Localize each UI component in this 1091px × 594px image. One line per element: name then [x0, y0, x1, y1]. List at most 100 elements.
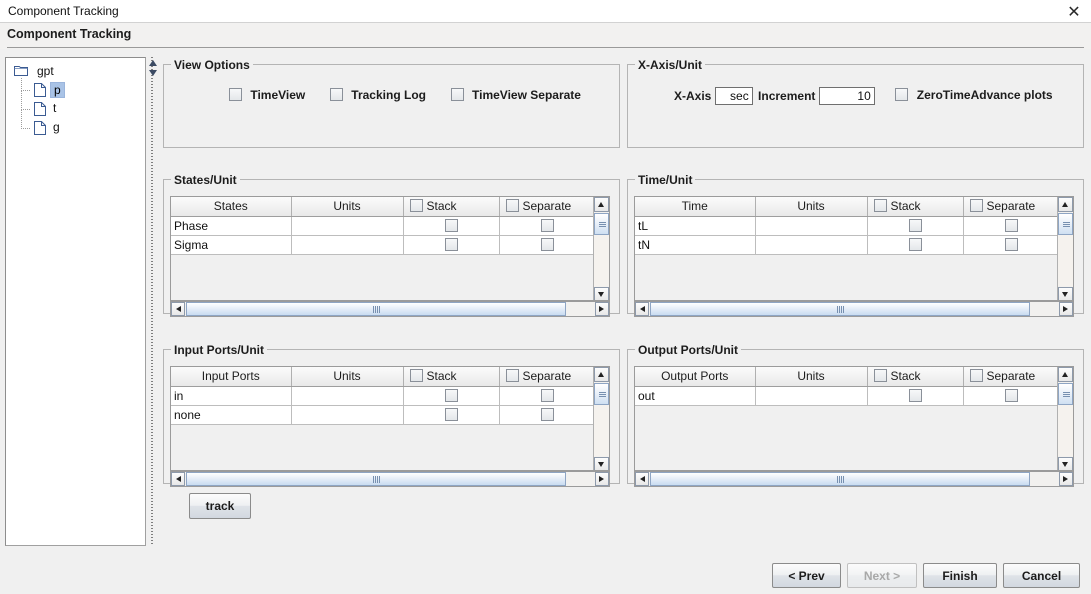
input-ports-vertical-scrollbar[interactable]	[593, 367, 609, 471]
table-row[interactable]: none	[171, 405, 595, 424]
states-hscroll-thumb[interactable]	[186, 302, 566, 316]
input-ports-row-0-units[interactable]	[291, 386, 403, 405]
time-row-1-name[interactable]: tN	[635, 235, 755, 254]
checkbox-timeview-box[interactable]	[229, 88, 242, 101]
time-row-1-units[interactable]	[755, 235, 867, 254]
time-col-time[interactable]: Time	[635, 197, 755, 216]
table-row[interactable]: Sigma	[171, 235, 595, 254]
divider-collapse-right-icon[interactable]	[149, 70, 157, 76]
split-pane-divider[interactable]	[148, 57, 157, 546]
input-ports-row-1-stack-cell[interactable]	[403, 405, 499, 424]
input-ports-col-separate-checkbox[interactable]	[506, 369, 519, 382]
states-row-1-separate-checkbox[interactable]	[541, 238, 554, 251]
time-col-separate-checkbox[interactable]	[970, 199, 983, 212]
time-vscroll-track[interactable]	[1058, 235, 1073, 286]
states-vscroll-track[interactable]	[594, 235, 609, 286]
time-horizontal-scrollbar[interactable]	[634, 301, 1074, 317]
input-ports-vscroll-track[interactable]	[594, 405, 609, 456]
checkbox-timeview[interactable]: TimeView	[229, 88, 305, 102]
time-row-0-separate-cell[interactable]	[963, 216, 1059, 235]
states-col-separate-checkbox[interactable]	[506, 199, 519, 212]
time-col-stack-checkbox[interactable]	[874, 199, 887, 212]
output-ports-vscroll-thumb[interactable]	[1058, 383, 1073, 405]
checkbox-tracking-log-box[interactable]	[330, 88, 343, 101]
input-ports-col-stack-checkbox[interactable]	[410, 369, 423, 382]
output-ports-hscroll-thumb[interactable]	[650, 472, 1030, 486]
input-ports-vscroll-thumb[interactable]	[594, 383, 609, 405]
time-row-0-name[interactable]: tL	[635, 216, 755, 235]
time-vscroll-thumb[interactable]	[1058, 213, 1073, 235]
time-col-units[interactable]: Units	[755, 197, 867, 216]
states-row-1-name[interactable]: Sigma	[171, 235, 291, 254]
time-row-0-stack-cell[interactable]	[867, 216, 963, 235]
time-col-separate[interactable]: Separate	[963, 197, 1059, 216]
input-ports-row-0-stack-checkbox[interactable]	[445, 389, 458, 402]
time-row-0-separate-checkbox[interactable]	[1005, 219, 1018, 232]
output-ports-row-0-stack-cell[interactable]	[867, 386, 963, 405]
input-ports-row-1-separate-cell[interactable]	[499, 405, 595, 424]
time-scroll-right-button[interactable]	[1059, 302, 1073, 316]
x-axis-input[interactable]: sec	[715, 87, 753, 105]
divider-collapse-left-icon[interactable]	[149, 60, 157, 66]
input-ports-scroll-right-button[interactable]	[595, 472, 609, 486]
states-row-0-units[interactable]	[291, 216, 403, 235]
finish-button[interactable]: Finish	[923, 563, 997, 588]
input-ports-row-0-separate-checkbox[interactable]	[541, 389, 554, 402]
output-ports-row-0-separate-cell[interactable]	[963, 386, 1059, 405]
input-ports-row-0-name[interactable]: in	[171, 386, 291, 405]
states-row-1-separate-cell[interactable]	[499, 235, 595, 254]
time-row-0-units[interactable]	[755, 216, 867, 235]
input-ports-horizontal-scrollbar[interactable]	[170, 471, 610, 487]
output-ports-col-stack[interactable]: Stack	[867, 367, 963, 386]
prev-button[interactable]: < Prev	[772, 563, 841, 588]
states-row-0-stack-cell[interactable]	[403, 216, 499, 235]
input-ports-row-1-stack-checkbox[interactable]	[445, 408, 458, 421]
output-ports-col-stack-checkbox[interactable]	[874, 369, 887, 382]
output-ports-col-ports[interactable]: Output Ports	[635, 367, 755, 386]
output-ports-scroll-down-button[interactable]	[1058, 457, 1073, 471]
input-ports-row-0-stack-cell[interactable]	[403, 386, 499, 405]
table-row[interactable]: out	[635, 386, 1059, 405]
time-scroll-left-button[interactable]	[635, 302, 649, 316]
states-col-stack-checkbox[interactable]	[410, 199, 423, 212]
states-vertical-scrollbar[interactable]	[593, 197, 609, 301]
states-col-separate[interactable]: Separate	[499, 197, 595, 216]
states-row-1-units[interactable]	[291, 235, 403, 254]
output-ports-col-units[interactable]: Units	[755, 367, 867, 386]
output-ports-col-separate[interactable]: Separate	[963, 367, 1059, 386]
output-ports-vertical-scrollbar[interactable]	[1057, 367, 1073, 471]
input-ports-row-1-separate-checkbox[interactable]	[541, 408, 554, 421]
checkbox-tracking-log[interactable]: Tracking Log	[330, 88, 426, 102]
states-row-0-separate-cell[interactable]	[499, 216, 595, 235]
checkbox-zerotimeadvance-plots[interactable]: ZeroTimeAdvance plots	[895, 88, 1052, 102]
output-ports-vscroll-track[interactable]	[1058, 405, 1073, 456]
checkbox-timeview-separate[interactable]: TimeView Separate	[451, 88, 581, 102]
states-col-units[interactable]: Units	[291, 197, 403, 216]
input-ports-col-ports[interactable]: Input Ports	[171, 367, 291, 386]
time-row-1-separate-cell[interactable]	[963, 235, 1059, 254]
states-scroll-up-button[interactable]	[594, 197, 609, 212]
time-row-1-separate-checkbox[interactable]	[1005, 238, 1018, 251]
states-scroll-left-button[interactable]	[171, 302, 185, 316]
tree-node-root[interactable]: gpt	[10, 62, 14, 81]
states-row-0-name[interactable]: Phase	[171, 216, 291, 235]
output-ports-row-0-separate-checkbox[interactable]	[1005, 389, 1018, 402]
states-col-states[interactable]: States	[171, 197, 291, 216]
states-col-stack[interactable]: Stack	[403, 197, 499, 216]
input-ports-row-1-units[interactable]	[291, 405, 403, 424]
states-scroll-right-button[interactable]	[595, 302, 609, 316]
tree-node-g[interactable]: g	[10, 119, 14, 138]
checkbox-timeview-separate-box[interactable]	[451, 88, 464, 101]
tree-node-p[interactable]: p	[10, 81, 14, 100]
time-row-1-stack-checkbox[interactable]	[909, 238, 922, 251]
output-ports-scroll-up-button[interactable]	[1058, 367, 1073, 382]
output-ports-horizontal-scrollbar[interactable]	[634, 471, 1074, 487]
output-ports-row-0-units[interactable]	[755, 386, 867, 405]
time-col-stack[interactable]: Stack	[867, 197, 963, 216]
tree-node-t[interactable]: t	[10, 100, 14, 119]
states-row-1-stack-cell[interactable]	[403, 235, 499, 254]
time-scroll-down-button[interactable]	[1058, 287, 1073, 301]
close-icon[interactable]: ✕	[1064, 2, 1084, 21]
input-ports-row-0-separate-cell[interactable]	[499, 386, 595, 405]
time-hscroll-thumb[interactable]	[650, 302, 1030, 316]
